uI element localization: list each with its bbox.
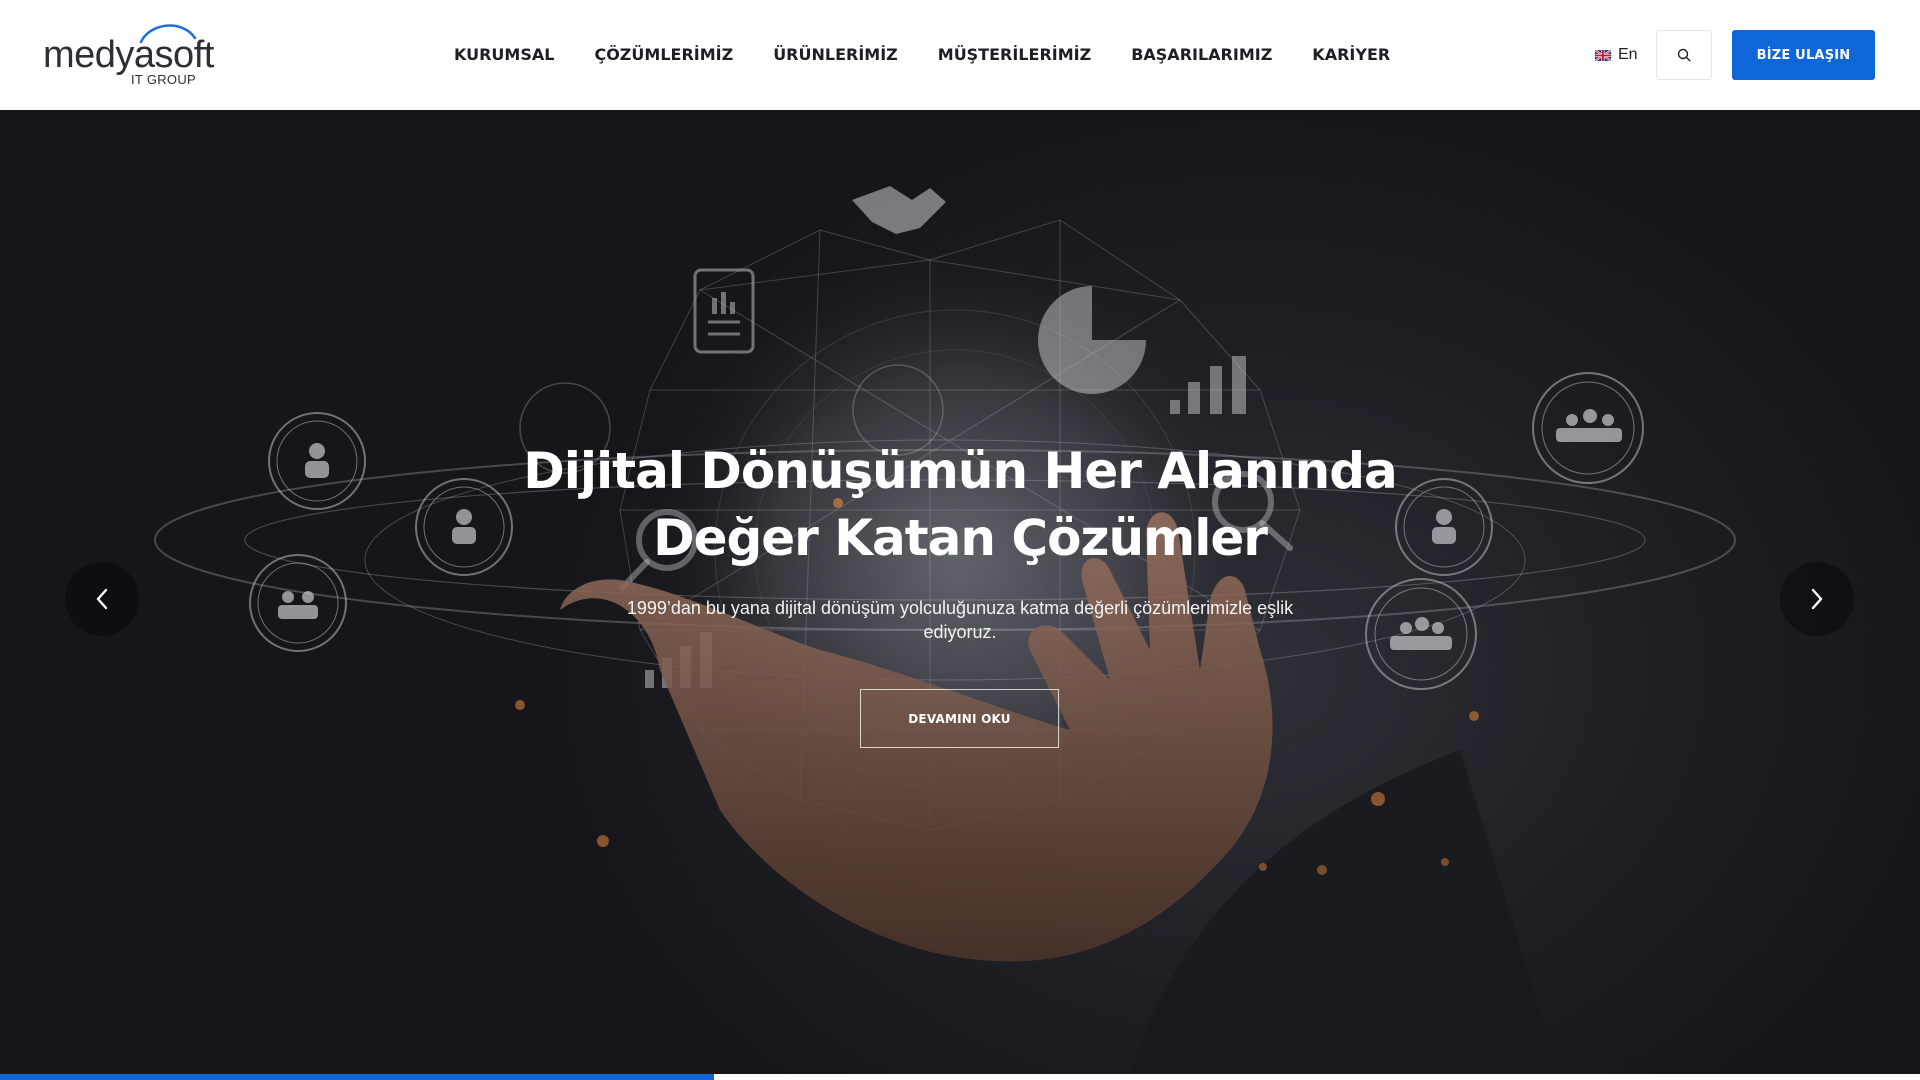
uk-flag-icon xyxy=(1595,49,1611,61)
search-button[interactable] xyxy=(1656,30,1712,80)
language-switch[interactable]: En xyxy=(1595,44,1638,66)
slider-next-button[interactable] xyxy=(1780,562,1854,636)
chevron-right-icon xyxy=(1811,588,1823,610)
slider-progress-fill xyxy=(0,1074,715,1080)
chevron-left-icon xyxy=(96,588,108,610)
slider-progress-bar xyxy=(0,1074,1920,1080)
read-more-button[interactable]: DEVAMINI OKU xyxy=(860,689,1059,748)
nav-item-musterilerimiz[interactable]: MÜŞTERİLERİMİZ xyxy=(938,44,1091,68)
hero-slider: Dijital Dönüşümün Her Alanında Değer Kat… xyxy=(0,110,1920,1075)
site-header: medyasoft IT GROUP KURUMSAL ÇÖZÜMLERİMİZ… xyxy=(0,0,1920,110)
search-icon xyxy=(1677,48,1691,62)
language-label: En xyxy=(1618,46,1638,63)
hero-title: Dijital Dönüşümün Her Alanında Değer Kat… xyxy=(460,438,1460,572)
hero-subtitle: 1999’dan bu yana dijital dönüşüm yolculu… xyxy=(626,598,1294,642)
hero-dim-overlay xyxy=(0,110,1920,1075)
nav-item-kariyer[interactable]: KARİYER xyxy=(1312,44,1390,68)
nav-item-urunlerimiz[interactable]: ÜRÜNLERİMİZ xyxy=(773,44,898,68)
hero-title-line-2: Değer Katan Çözümler xyxy=(653,509,1268,567)
logo-subtitle: IT GROUP xyxy=(131,72,197,87)
main-nav: KURUMSAL ÇÖZÜMLERİMİZ ÜRÜNLERİMİZ MÜŞTER… xyxy=(454,44,1390,68)
nav-item-kurumsal[interactable]: KURUMSAL xyxy=(454,44,554,68)
hero-title-line-1: Dijital Dönüşümün Her Alanında xyxy=(523,442,1397,500)
contact-button[interactable]: BİZE ULAŞIN xyxy=(1732,30,1875,80)
medyasoft-logo[interactable]: medyasoft IT GROUP xyxy=(43,20,214,88)
nav-item-cozumlerimiz[interactable]: ÇÖZÜMLERİMİZ xyxy=(594,44,733,68)
slider-prev-button[interactable] xyxy=(65,562,139,636)
nav-item-basarilarimiz[interactable]: BAŞARILARIMIZ xyxy=(1131,44,1272,68)
logo-wordmark: medyasoft xyxy=(43,34,214,76)
